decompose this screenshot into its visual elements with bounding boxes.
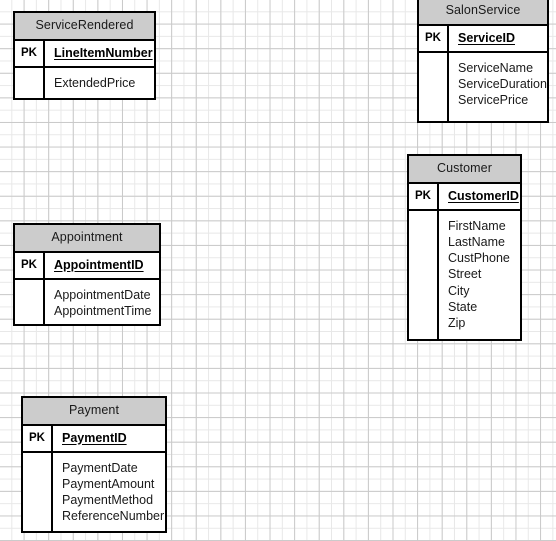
key-indicator: PK (15, 252, 45, 278)
entity-primary-key-row: PK ServiceID (419, 25, 547, 53)
key-indicator-empty (15, 279, 45, 327)
entity-title: Customer (409, 156, 520, 184)
attribute: ExtendedPrice (54, 75, 136, 90)
attribute-list: FirstName LastName CustPhone Street City… (439, 211, 520, 339)
key-indicator: PK (409, 183, 439, 209)
attribute: State (448, 299, 478, 314)
entity-title: ServiceRendered (15, 13, 154, 41)
entity-customer[interactable]: Customer PK CustomerID FirstName LastNam… (407, 154, 522, 341)
entity-servicerendered[interactable]: ServiceRendered PK LineItemNumber Extend… (13, 11, 156, 100)
primary-key-cell: AppointmentID (45, 253, 159, 278)
attribute-list: ServiceName ServiceDuration ServicePrice (449, 53, 553, 121)
primary-key-cell: CustomerID (439, 184, 525, 209)
attribute: Zip (448, 316, 466, 331)
entity-salonservice[interactable]: SalonService PK ServiceID ServiceName Se… (417, 0, 549, 123)
attribute-list: AppointmentDate AppointmentTime (45, 280, 159, 326)
entity-attribute-row: ExtendedPrice (15, 67, 154, 99)
primary-key-cell: ServiceID (449, 26, 547, 51)
attribute: PaymentMethod (62, 493, 154, 508)
primary-key-name: ServiceID (458, 30, 515, 45)
entity-primary-key-row: PK PaymentID (23, 425, 165, 453)
entity-primary-key-row: PK AppointmentID (15, 252, 159, 280)
attribute: ServiceDuration (458, 77, 547, 92)
attribute: PaymentDate (62, 460, 138, 475)
entity-appointment[interactable]: Appointment PK AppointmentID Appointment… (13, 223, 161, 327)
key-indicator: PK (419, 25, 449, 51)
primary-key-name: CustomerID (448, 188, 519, 203)
primary-key-cell: LineItemNumber (45, 41, 159, 66)
attribute: Street (448, 267, 482, 282)
entity-attribute-row: ServiceName ServiceDuration ServicePrice (419, 52, 547, 121)
key-indicator-empty (409, 210, 439, 339)
attribute: ServicePrice (458, 93, 529, 108)
attribute: PaymentAmount (62, 477, 155, 492)
diagram-canvas: ServiceRendered PK LineItemNumber Extend… (0, 0, 556, 541)
entity-attribute-row: FirstName LastName CustPhone Street City… (409, 210, 520, 339)
attribute: CustPhone (448, 251, 510, 266)
key-indicator-empty (419, 52, 449, 121)
key-indicator: PK (15, 40, 45, 66)
primary-key-cell: PaymentID (53, 426, 165, 451)
attribute: ServiceName (458, 60, 534, 75)
attribute: City (448, 283, 470, 298)
key-indicator: PK (23, 425, 53, 451)
entity-title: SalonService (419, 0, 547, 26)
primary-key-name: AppointmentID (54, 257, 144, 272)
entity-attribute-row: AppointmentDate AppointmentTime (15, 279, 159, 327)
attribute: ReferenceNumber (62, 509, 165, 524)
primary-key-name: LineItemNumber (54, 45, 153, 60)
attribute: AppointmentDate (54, 287, 151, 302)
attribute-list: ExtendedPrice (45, 68, 154, 98)
attribute-list: PaymentDate PaymentAmount PaymentMethod … (53, 453, 170, 532)
entity-title: Appointment (15, 225, 159, 253)
entity-title: Payment (23, 398, 165, 426)
entity-payment[interactable]: Payment PK PaymentID PaymentDate Payment… (21, 396, 167, 533)
attribute: LastName (448, 235, 505, 250)
entity-primary-key-row: PK LineItemNumber (15, 40, 154, 68)
attribute: FirstName (448, 218, 506, 233)
key-indicator-empty (23, 452, 53, 532)
entity-primary-key-row: PK CustomerID (409, 183, 520, 211)
key-indicator-empty (15, 67, 45, 99)
primary-key-name: PaymentID (62, 430, 127, 445)
entity-attribute-row: PaymentDate PaymentAmount PaymentMethod … (23, 452, 165, 532)
attribute: AppointmentTime (54, 304, 152, 319)
